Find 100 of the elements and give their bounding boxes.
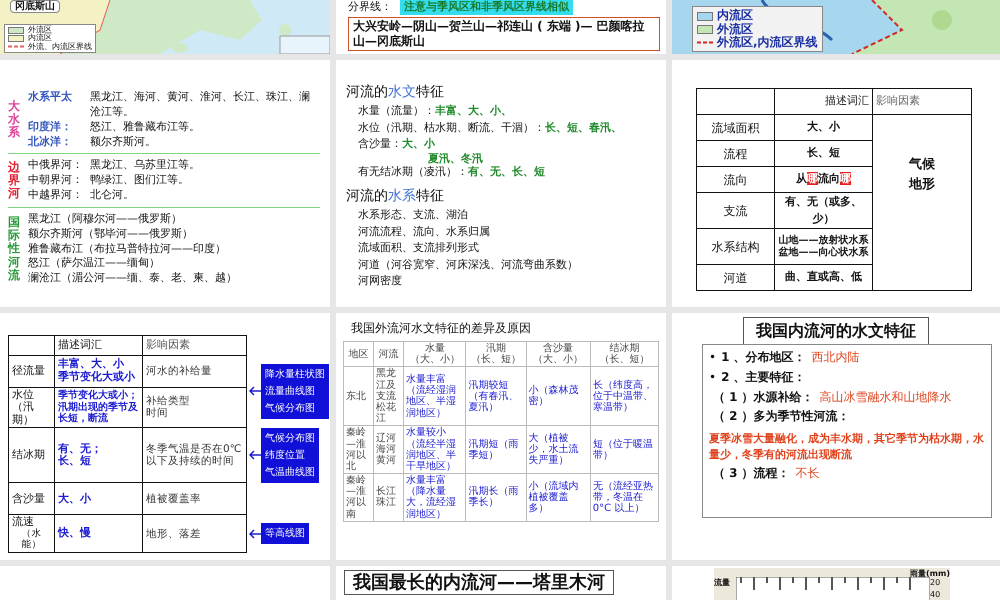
axis-tick: 40 [930, 589, 942, 600]
group-title: 国际性河流 [8, 216, 20, 282]
table-cell: 汛期长（雨季长） [466, 474, 526, 522]
table-cell: 河水的补给量 [142, 355, 246, 387]
river-list: 澜沧江（湄公河——缅、泰、老、柬、越） [28, 271, 237, 286]
arrow-icon [249, 528, 261, 539]
feature-label: 水量（流量）： [358, 104, 435, 117]
table-cell: 有、无； 长、短 [54, 428, 142, 483]
slide[interactable]: 分界线： 注意与季风区和非季风区界线相似 大兴安岭—阴山—贺兰山—祁连山 ( 东端 )— 巴颜喀拉山—冈底斯山 [336, 0, 666, 54]
river-label: 印度洋： [28, 120, 73, 135]
feature-label: 河网密度 [358, 274, 402, 287]
table-cell: 快、慢 [54, 514, 142, 552]
line-value: 高山冰雪融水和山地降水 [820, 390, 952, 404]
table-cell: 大（植被少，水土流失严重） [526, 426, 590, 474]
river-list: 怒江、雅鲁藏布江等。 [90, 120, 200, 135]
river-label: 北冰洋： [28, 134, 73, 150]
paragraph-text: 夏季冰雪大量融化，成为丰水期，其它季节为枯水期，水量少，冬季有的河流出现断流 [709, 431, 985, 462]
table-cell: 含沙量 [8, 482, 54, 515]
river-list: 额尔齐斯河（鄂毕河——俄罗斯） [28, 226, 193, 242]
slide[interactable]: 河流的水文特征 水量（流量）：丰富、大、小、 水位（汛期、枯水期、断流、干涸）：长、短、春汛、 含沙量：大、小 夏汛、冬汛 有无结冰期（凌汛）：有、无、长、短 河流的水系特征 水系形态、支流、湖泊 河流流程、流向、水系归属 流域面积、支流排列形式 河道（河谷宽窄、河床深浅、河流弯曲系数） 河网密度 [336, 60, 666, 307]
feature-value: 大、小 [402, 137, 435, 150]
table-cell: 丰富、大、小 季节变化大或小 [54, 355, 142, 387]
feature-label: 河道（河谷宽窄、河床深浅、河流弯曲系数） [358, 258, 578, 270]
river-list: 鸭绿江、图们江等。 [90, 173, 189, 188]
feature-label: 有无结冰期（凌汛）： [358, 164, 468, 178]
table-cell: 河道 [696, 264, 774, 290]
table-cell: 支流 [696, 192, 774, 228]
table-cell: 秦岭—淮河以南 [344, 474, 374, 522]
table-cell: 结冰期 [8, 428, 54, 483]
legend-label: 外流区,内流区界线 [717, 36, 818, 49]
table-cell: 秦岭—淮河以北 [344, 426, 374, 474]
bullet-marker: • [709, 350, 716, 364]
table-cell: 冬季气温是否在0℃以下及持续的时间 [142, 428, 246, 483]
river-list: 黑龙江（阿穆尔河——俄罗斯） [28, 212, 182, 227]
table-cell: 黑龙江及支流松花江 [374, 366, 404, 426]
callout-label: 冈底斯山 [10, 0, 60, 13]
feature-label: 河流流程、流向、水系归属 [358, 224, 490, 238]
table-header: 河流 [374, 342, 404, 367]
river-list: 怒江（萨尔温江——缅甸） [28, 256, 160, 272]
slide-title: 我国最长的内流河——塔里木河 [344, 570, 614, 596]
table-cell: 长（纬度高，位于中温带、寒温带） [590, 366, 658, 426]
legend-label: 外流、内流区界线 [28, 42, 92, 50]
river-label: 中朝界河： [28, 173, 84, 188]
river-list: 黑龙江、乌苏里江等。 [90, 158, 200, 174]
feature-value: 丰富、大、小、 [435, 104, 512, 117]
table-cell: 小（森林茂密） [526, 366, 590, 426]
table-cell: 水位（汛期） [8, 387, 54, 428]
table-cell: 水系结构 [696, 228, 774, 264]
feature-label: 流域面积、支流排列形式 [358, 241, 479, 254]
slide[interactable] [336, 313, 666, 560]
table-header: 结冰期 （长、短） [590, 342, 658, 367]
axis-label: 流量 [714, 577, 731, 589]
callout-box: 等高线图 [261, 523, 309, 544]
slide-title: 我国外流河水文特征的差异及原因 [351, 320, 532, 337]
table-cell: 流速 （水能） [8, 514, 54, 552]
note-highlight: 注意与季风区和非季风区界线相似 [400, 0, 573, 15]
table-cell: 无（流经亚热带，冬温在 0°C 以上） [590, 474, 658, 522]
table-cell: 流域面积 [696, 114, 774, 140]
boundary-label: 分界线： [348, 0, 392, 14]
table-cell: 水量丰富（流经湿润地区、半湿润地区） [404, 366, 466, 426]
boundary-box: 大兴安岭—阴山—贺兰山—祁连山 ( 东端 )— 巴颜喀拉山—冈底斯山 [348, 17, 660, 51]
table-header: 影响因素 [142, 336, 246, 355]
table-cell: 径流量 [8, 355, 54, 387]
slide[interactable]: 雨量(mm) 流量 20 40 [672, 566, 1000, 600]
table-header: 影响因素 [872, 88, 972, 114]
slide[interactable]: 冈底斯山 外流区 内流区 外流、内流区界线 [0, 0, 330, 54]
legend-label: 外流区 [28, 26, 52, 34]
group-title: 大水系 [8, 100, 20, 140]
callout-box: 气候分布图 纬度位置 气温曲线图 [261, 428, 319, 483]
river-list: 北仑河。 [90, 188, 134, 203]
legend-label: 外流区 [717, 22, 753, 36]
slide[interactable]: 内流区 外流区 外流区,内流区界线 [672, 0, 1000, 54]
table-cell: 短（位于暖温带） [590, 426, 658, 474]
table-cell: 汛期短（雨季短） [466, 426, 526, 474]
line-value: 西北内陆 [812, 350, 860, 364]
section-heading: 河流的水文特征 [346, 83, 445, 102]
feature-value: 有、无、长、短 [468, 164, 545, 178]
legend-label: 内流区 [717, 9, 753, 22]
slide[interactable]: 描述词汇 影响因素 流域面积 大、小 气候 地形 流程 长、短 流向 从哪流向哪 支流 有、无（或多、少） 水系结构 山地——放射状水系 盆地——向心状水系 河道 曲、直或高、低 [672, 60, 1000, 307]
line-label: （ 2 ）多为季节性河流： [713, 409, 850, 424]
line-value: 不长 [796, 466, 820, 480]
table-cell: 补给类型 时间 [142, 387, 246, 428]
slide-title: 我国内流河的水文特征 [743, 317, 929, 345]
slide[interactable]: 我国内流河的水文特征 • 1 、分布地区： 西北内陆 • 2 、主要特征： （ 1 ）水源补给： 高山冰雪融水和山地降水 （ 2 ）多为季节性河流： 夏季冰雪大量融化，成为丰水期，其它季节为枯水期，水量少，冬季有的河流出现断流 （ 3 ）流程： 不长 [672, 313, 1000, 560]
table-cell: 有、无（或多、少） [774, 192, 872, 228]
line-label: （ 3 ）流程： [713, 466, 790, 480]
table-cell: 流向 [696, 166, 774, 192]
feature-value: 长、短、春汛、 [545, 120, 622, 134]
table-cell: 地形、落差 [142, 514, 246, 552]
river-list: 额尔齐斯河。 [90, 134, 156, 150]
table-header: 水量 （大、小） [404, 342, 466, 367]
arrow-icon [249, 386, 261, 396]
bullet-marker: • [709, 370, 716, 384]
feature-value: 夏汛、冬汛 [427, 152, 484, 164]
table-cell: 东北 [344, 366, 374, 426]
table-cell: 植被覆盖率 [142, 482, 246, 515]
table-cell: 大、小 [774, 114, 872, 140]
table-cell: 流程 [696, 140, 774, 166]
section-heading: 河流的水系特征 [346, 187, 445, 206]
slide[interactable]: 我国最长的内流河——塔里木河 [336, 566, 666, 600]
